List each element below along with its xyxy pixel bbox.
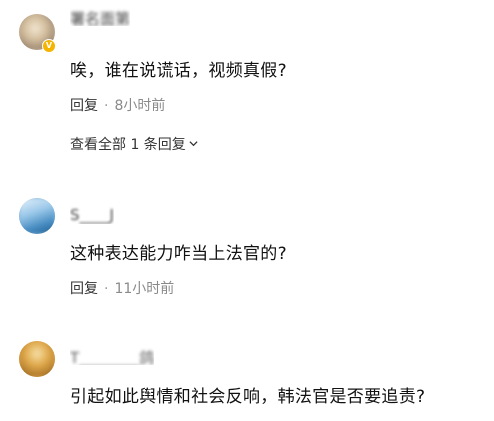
comment-text: 唉，谁在说谎话，视频真假? <box>70 61 287 81</box>
separator-dot: · <box>104 98 109 114</box>
avatar[interactable] <box>19 198 55 234</box>
comment-time: 11小时前 <box>114 281 175 297</box>
comment-username[interactable]: T________鸽 <box>70 347 154 365</box>
comment-meta: 回复 · 11小时前 <box>70 278 174 298</box>
comment-username[interactable]: 署名面第 <box>70 8 130 26</box>
view-all-replies-button[interactable]: 查看全部 1 条回复 <box>70 134 198 154</box>
view-all-label: 查看全部 1 条回复 <box>70 137 186 153</box>
comment-meta: 回复 · 8小时前 <box>70 95 165 115</box>
separator-dot: · <box>104 281 109 297</box>
reply-button[interactable]: 回复 <box>70 98 98 114</box>
chevron-down-icon <box>189 141 198 147</box>
comment-username[interactable]: S____J <box>70 206 114 224</box>
comment-text: 引起如此舆情和社会反响，韩法官是否要追责? <box>70 387 426 407</box>
avatar[interactable] <box>19 341 55 377</box>
vip-badge-icon: V <box>42 39 56 53</box>
comment-time: 8小时前 <box>114 98 166 114</box>
reply-button[interactable]: 回复 <box>70 281 98 297</box>
comment-text: 这种表达能力咋当上法官的? <box>70 244 287 264</box>
